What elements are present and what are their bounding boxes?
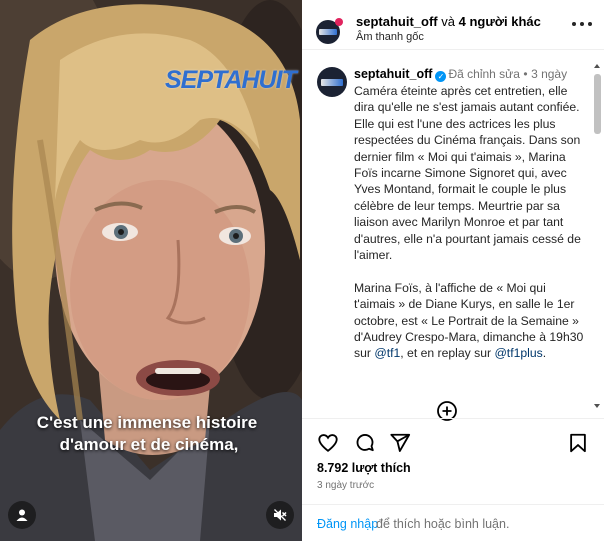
bookmark-icon	[570, 433, 586, 453]
septahuit-watermark: SEPTAHUIT	[165, 66, 297, 94]
caption-section[interactable]: septahuit_off ✓ Đã chỉnh sửa • 3 ngày Camé…	[302, 58, 604, 413]
login-prompt: Đăng nhập để thích hoặc bình luận.	[302, 504, 604, 539]
caption-username-link[interactable]: septahuit_off	[354, 67, 432, 81]
separator-dot: •	[523, 67, 528, 81]
caption-scrollbar[interactable]	[593, 62, 602, 412]
caption-author-avatar[interactable]	[317, 67, 347, 97]
caption-paragraph-1: Caméra éteinte après cet entretien, elle…	[354, 84, 581, 263]
verified-icon: ✓	[435, 71, 447, 82]
more-options-button[interactable]	[572, 18, 592, 30]
send-icon	[390, 433, 411, 452]
collaborators-link[interactable]: 4 người khác	[459, 14, 541, 29]
caption-header: septahuit_off ✓ Đã chỉnh sửa • 3 ngày	[354, 67, 567, 82]
author-line: septahuit_off và 4 người khác	[356, 14, 541, 29]
person-icon	[16, 509, 28, 521]
caption-text: Caméra éteinte après cet entretien, elle…	[354, 83, 586, 362]
login-prompt-text: để thích hoặc bình luận.	[376, 517, 510, 531]
comment-icon	[356, 434, 374, 452]
caption-paragraph-2: Marina Foïs, à l'affiche de « Moi qui t'…	[354, 280, 586, 362]
connector-text: và	[441, 14, 455, 29]
more-dot	[580, 22, 584, 26]
author-username-link[interactable]: septahuit_off	[356, 14, 438, 29]
speaker-muted-icon	[274, 509, 287, 521]
scroll-down-arrow[interactable]	[594, 404, 600, 408]
reel-video[interactable]: SEPTAHUIT C'est une immense histoire d'a…	[0, 0, 302, 541]
post-header: septahuit_off và 4 người khác Âm thanh g…	[302, 0, 604, 50]
original-audio-link[interactable]: Âm thanh gốc	[356, 31, 424, 43]
more-dots-icon	[572, 22, 576, 26]
login-link[interactable]: Đăng nhập	[317, 517, 378, 531]
post-date: 3 ngày trước	[317, 480, 375, 491]
video-subtitle-line-1: C'est une immense histoire	[36, 413, 258, 432]
tagged-users-button[interactable]	[8, 501, 36, 529]
mute-toggle-button[interactable]	[266, 501, 294, 529]
likes-count[interactable]: 8.792 lượt thích	[317, 461, 411, 475]
caption-paragraph-2-middle: , et en replay sur	[400, 346, 492, 361]
share-button[interactable]	[388, 431, 412, 455]
caption-paragraph-2-end: .	[542, 346, 547, 361]
more-dot	[588, 22, 592, 26]
mention-tf1-link[interactable]: @tf1	[374, 346, 400, 360]
mention-tf1plus-link[interactable]: @tf1plus	[494, 346, 542, 360]
post-details-panel: septahuit_off và 4 người khác Âm thanh g…	[302, 0, 604, 541]
heart-icon	[318, 434, 338, 452]
save-button[interactable]	[566, 431, 590, 455]
actions-bar: 8.792 lượt thích 3 ngày trước Đăng nhập …	[302, 418, 604, 538]
comment-button[interactable]	[353, 431, 377, 455]
edited-label: Đã chỉnh sửa	[448, 67, 520, 81]
scroll-up-arrow[interactable]	[594, 64, 600, 68]
like-button[interactable]	[316, 431, 340, 455]
video-subtitle-line-2: d'amour et de cinéma,	[59, 435, 239, 454]
story-badge	[335, 18, 343, 26]
scroll-thumb[interactable]	[594, 74, 601, 134]
post-time: 3 ngày	[531, 67, 568, 81]
